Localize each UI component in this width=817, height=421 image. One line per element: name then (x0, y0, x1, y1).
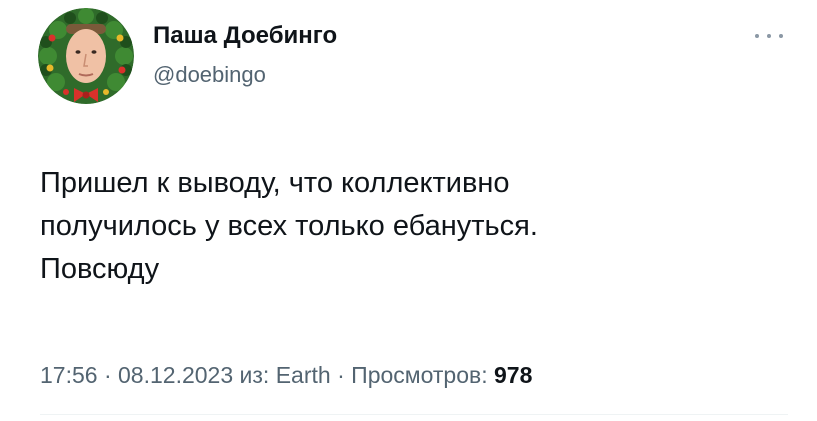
tweet-date[interactable]: 08.12.2023 (118, 362, 233, 388)
divider (40, 414, 788, 415)
avatar[interactable] (38, 8, 134, 104)
tweet-text-line: Повсюду (40, 253, 160, 285)
more-horizontal-icon[interactable] (752, 26, 786, 46)
tweet: Паша Доебинго @doebingo Пришел к выводу,… (0, 0, 817, 421)
tweet-text-line: Пришел к выводу, что коллективно (40, 167, 510, 199)
tweet-meta: 17:56 · 08.12.2023 из: Earth · Просмотро… (40, 360, 532, 390)
source-prefix: из: (239, 362, 276, 388)
author-display-name[interactable]: Паша Доебинго (153, 22, 337, 50)
author-handle[interactable]: @doebingo (153, 62, 266, 88)
tweet-source[interactable]: Earth (276, 362, 331, 388)
tweet-time[interactable]: 17:56 (40, 362, 98, 388)
tweet-text: Пришел к выводу, что коллективно получил… (40, 162, 780, 291)
tweet-text-line: получилось у всех только ебануться. (40, 210, 538, 242)
views-label: Просмотров: (351, 362, 494, 388)
meta-separator: · (330, 362, 352, 388)
avatar-image (38, 8, 134, 104)
views-count[interactable]: 978 (494, 362, 532, 388)
meta-separator: · (97, 362, 119, 388)
